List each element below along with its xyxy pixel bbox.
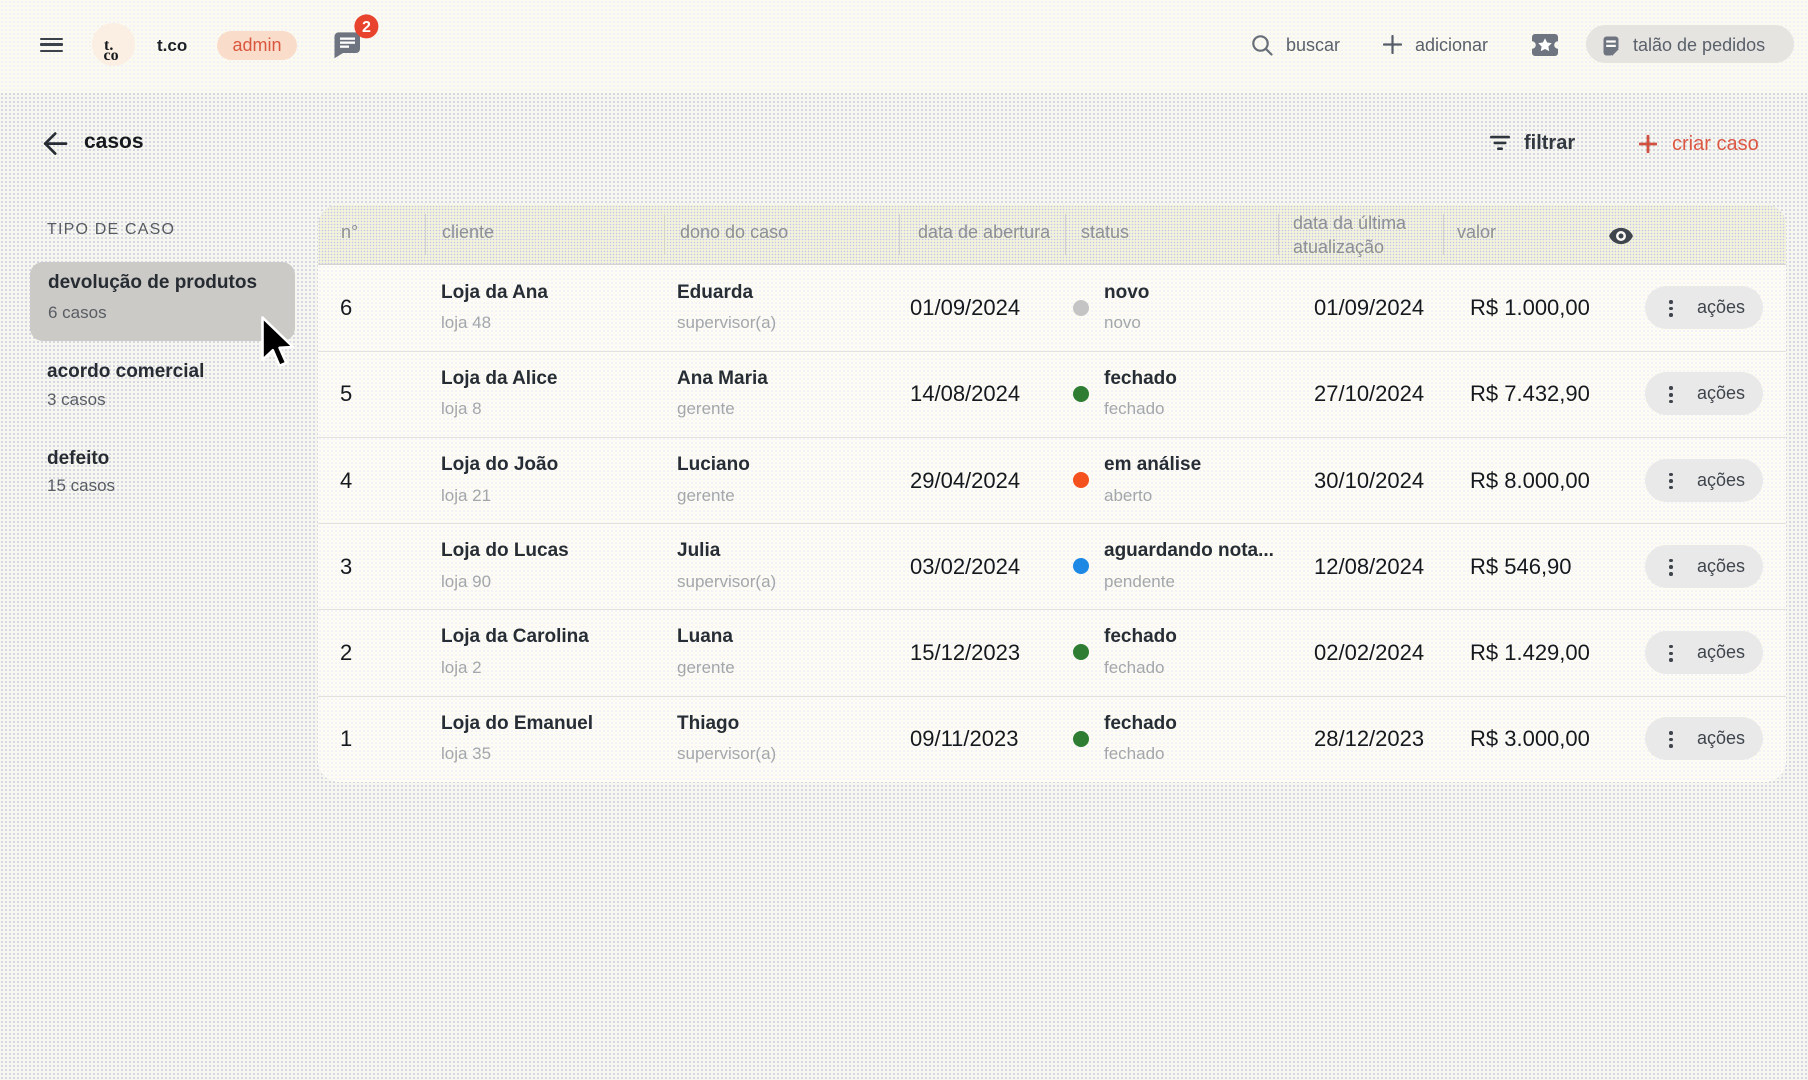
svg-text:2: 2 (362, 19, 371, 36)
